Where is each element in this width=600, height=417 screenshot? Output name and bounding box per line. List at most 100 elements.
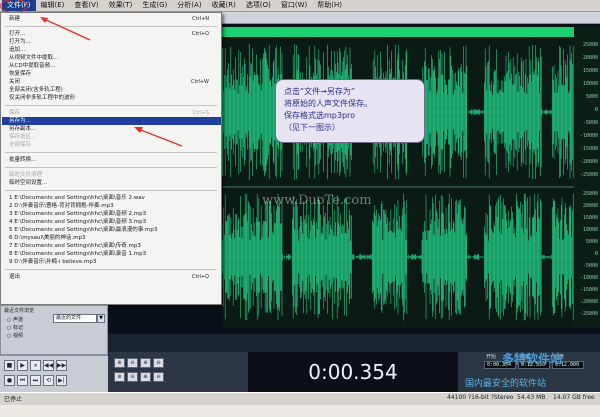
menu-item[interactable]: 追加... [9, 46, 219, 54]
zoom-in-icon[interactable]: ⊕ [114, 372, 125, 382]
menu-1[interactable]: 编辑(E) [36, 0, 70, 11]
zoom-out-icon[interactable]: ⊖ [153, 372, 164, 382]
transport-button[interactable]: ▶ [17, 360, 28, 371]
site-logo: 多特软件站 [502, 352, 563, 366]
radio-option[interactable]: ○ 声道 [7, 316, 23, 323]
menu-item[interactable]: 从CD中提取音频... [9, 62, 219, 70]
radio-option[interactable]: ○ 视频 [7, 332, 23, 339]
menu-item[interactable]: 2 D:\伴奏音乐\曹格-背对背拥抱-伴奏.mp3 [9, 202, 219, 210]
menu-item-label: 打开... [9, 31, 26, 37]
zoom-out-icon[interactable]: ⊖ [127, 372, 138, 382]
callout-line: 保存格式选mp3pro [284, 111, 356, 120]
menu-item[interactable]: 5 E:\Documents and Settings\hhc\桌面\最浪漫的事… [9, 226, 219, 234]
zoom-in-icon[interactable]: ⊕ [140, 372, 151, 382]
callout-line: 点击“文件→另存为” [284, 87, 355, 96]
transport-button[interactable]: ⟲ [43, 375, 54, 386]
ruler-tick-label: 20000 [582, 203, 598, 209]
menu-item-label: 4 E:\Documents and Settings\hhc\桌面\音频 3.… [9, 219, 147, 225]
transport-button[interactable]: ◀◀ [43, 360, 54, 371]
file-menu-dropdown: 新建 Ctrl+N 打开... Ctrl+O 打开为... 追加... 从视频文件中提取..… [0, 12, 222, 305]
menu-9[interactable]: 帮助(H) [312, 0, 347, 11]
bottom-strip [0, 405, 600, 417]
transport-button[interactable]: ⏭ [30, 375, 41, 386]
menu-item-label: 5 E:\Documents and Settings\hhc\桌面\最浪漫的事… [9, 227, 158, 233]
zoom-in-icon[interactable]: ⊕ [140, 358, 151, 368]
menu-item[interactable]: 7 E:\Documents and Settings\hhc\桌面\传奇.mp… [9, 242, 219, 250]
ruler-tick-label: -5000 [582, 263, 598, 269]
status-text: 已停止 [4, 396, 23, 403]
menu-item[interactable]: 从视频文件中提取... [9, 54, 219, 62]
chevron-down-icon[interactable]: ▼ [97, 314, 105, 323]
ruler-tick-label: 25000 [582, 42, 598, 48]
menu-item-label: 3 E:\Documents and Settings\hhc\桌面\音频 2.… [9, 211, 147, 217]
menu-item-shortcut: Ctrl+Q [191, 274, 209, 280]
menu-item-label: 9 D:\伴奏音乐\孙楠-i believe.mp3 [9, 259, 97, 265]
menu-item-label: 恢复保存 [9, 71, 32, 77]
menu-separator [5, 190, 217, 191]
menu-2[interactable]: 查看(V) [69, 0, 103, 11]
site-slogan: 国内最安全的软件站 [465, 379, 547, 389]
menu-item-label: 仅关闭非多轨工程中的波形 [9, 95, 76, 101]
transport-button[interactable]: ■ [4, 360, 15, 371]
ruler-tick-label: 5000 [585, 94, 598, 100]
menu-4[interactable]: 生成(G) [137, 0, 172, 11]
menu-item-label: 2 D:\伴奏音乐\曹格-背对背拥抱-伴奏.mp3 [9, 203, 114, 209]
transport-button[interactable]: ⏸ [30, 360, 41, 371]
menu-3[interactable]: 效果(T) [104, 0, 138, 11]
menu-item[interactable]: 3 E:\Documents and Settings\hhc\桌面\音频 2.… [9, 210, 219, 218]
menu-item-shortcut: Ctrl+N [192, 16, 209, 22]
arrow-to-save-as [134, 127, 183, 147]
menu-6[interactable]: 收藏(R) [207, 0, 241, 11]
menu-5[interactable]: 分析(A) [172, 0, 206, 11]
menu-item[interactable]: 8 E:\Documents and Settings\hhc\桌面\录音 1.… [9, 250, 219, 258]
files-panel: 最近文件浏览 ○ 声道 ○ 标记 ○ 视频 最近的文件 ▼ [0, 305, 108, 355]
zoom-out-icon[interactable]: ⊖ [153, 358, 164, 368]
menu-separator [5, 105, 217, 106]
transport-button[interactable]: ▶| [56, 375, 67, 386]
menu-item[interactable]: 9 D:\伴奏音乐\孙楠-i believe.mp3 [9, 258, 219, 266]
status-size: 54.43 MB [517, 394, 546, 401]
channel-divider [222, 186, 574, 188]
menu-7[interactable]: 选项(O) [241, 0, 276, 11]
menu-item-label: 保存 [9, 110, 21, 116]
zoom-out-icon[interactable]: ⊖ [127, 358, 138, 368]
menu-8[interactable]: 窗口(W) [276, 0, 312, 11]
ruler-tick-label: -15000 [579, 146, 598, 152]
status-free-space: 14.07 GB free [553, 394, 595, 401]
transport-button[interactable]: ▶▶ [56, 360, 67, 371]
menu-item-label: 追加... [9, 47, 26, 53]
menu-item[interactable]: 临时文件清理 [9, 171, 219, 179]
menu-item[interactable]: 6 D:\mysaul\美丽的神话.mp3 [9, 234, 219, 242]
menu-item[interactable]: 临时空间设置... [9, 179, 219, 187]
waveform-bottom-channel[interactable] [222, 190, 574, 324]
ruler-tick-label: 10000 [582, 227, 598, 233]
menu-item[interactable]: 批量转换... [9, 156, 219, 164]
menu-item[interactable]: 4 E:\Documents and Settings\hhc\桌面\音频 3.… [9, 218, 219, 226]
menu-item-label: 8 E:\Documents and Settings\hhc\桌面\录音 1.… [9, 251, 147, 257]
menu-item[interactable]: 1 E:\Documents and Settings\hhc\桌面\音乐 2.… [9, 194, 219, 202]
menu-item[interactable]: 全部关闭(含多轨工程) [9, 86, 219, 94]
menu-item-label: 退出 [9, 274, 21, 280]
menu-item[interactable]: 仅关闭非多轨工程中的波形 [9, 94, 219, 102]
transport-button[interactable]: ● [4, 375, 15, 386]
zoom-in-icon[interactable]: ⊕ [114, 358, 125, 368]
recent-files-dropdown[interactable]: 最近的文件 [53, 314, 97, 323]
radio-option[interactable]: ○ 标记 [7, 324, 23, 331]
menu-item-label: 另存副本... [9, 126, 37, 132]
arrow-to-file-menu [40, 17, 91, 41]
menu-item[interactable]: 保存 Ctrl+S [9, 109, 219, 117]
menu-item-save-as[interactable]: 另存为... [2, 117, 221, 125]
instruction-callout: 点击“文件→另存为” 将原始的人声文件保存。 保存格式选mp3pro （见下一图… [275, 79, 425, 143]
transport-button[interactable]: ⏮ [17, 375, 28, 386]
menu-bar: 文件(F) 编辑(E) 查看(V) 效果(T) 生成(G) 分析(A) 收藏(R) 选项(O)… [0, 0, 600, 12]
menu-item-label: 另存为... [9, 118, 31, 124]
overview-bar[interactable] [222, 27, 574, 37]
menu-item[interactable]: 关闭 Ctrl+W [9, 78, 219, 86]
menu-item-shortcut: Ctrl+W [190, 79, 209, 85]
menu-item[interactable]: 恢复保存 [9, 70, 219, 78]
menu-item-label: 从CD中提取音频... [9, 63, 56, 69]
menu-item-label: 全部保存 [9, 142, 32, 148]
ruler-tick-label: 15000 [582, 215, 598, 221]
menu-item[interactable]: 退出 Ctrl+Q [9, 273, 219, 281]
begin-label: 开始 [486, 354, 497, 360]
